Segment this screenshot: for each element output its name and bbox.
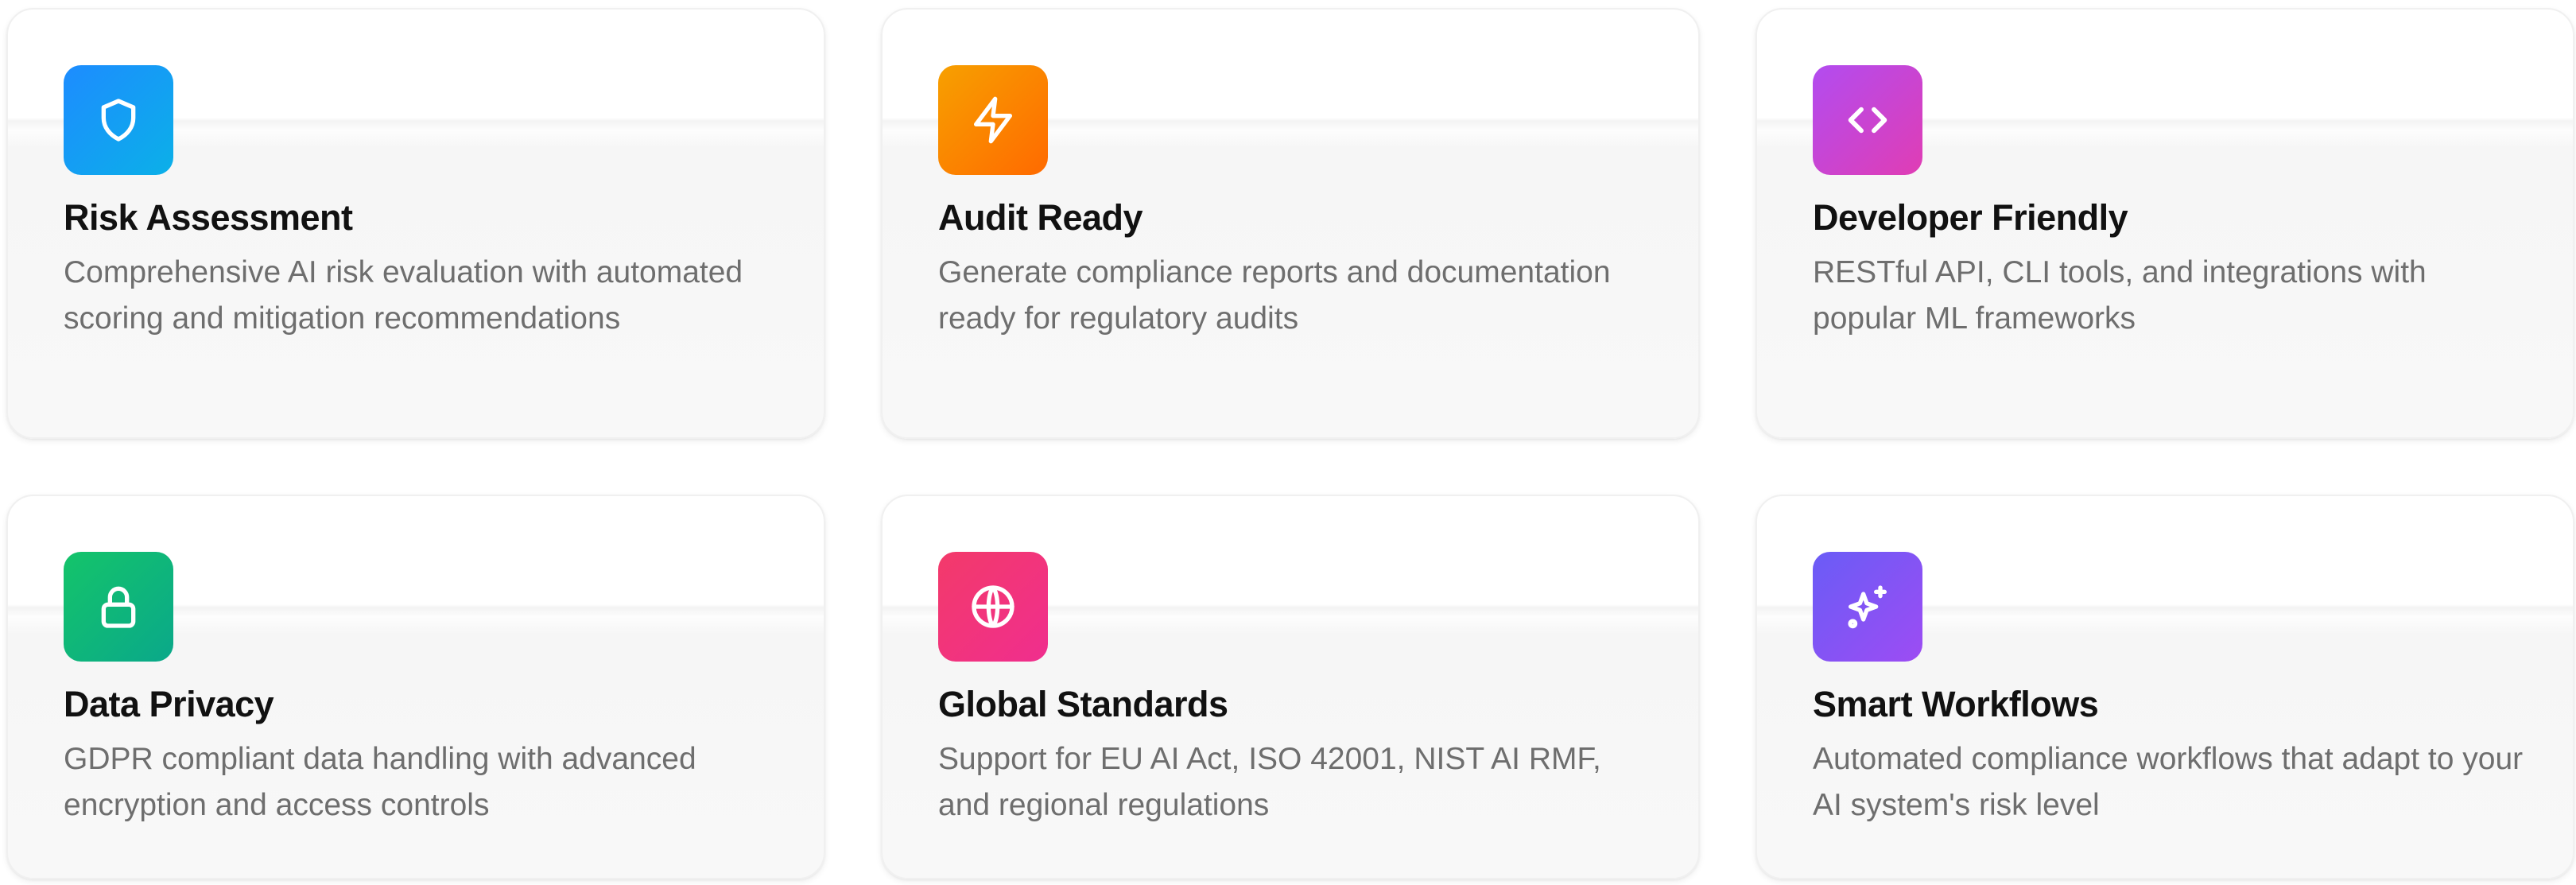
- icon-tile: [1813, 552, 1922, 662]
- icon-tile: [938, 552, 1048, 662]
- feature-title: Smart Workflows: [1813, 684, 2099, 724]
- lock-icon: [101, 586, 136, 628]
- feature-title: Risk Assessment: [64, 197, 353, 238]
- icon-tile: [64, 65, 173, 175]
- feature-grid: Risk Assessment Comprehensive AI risk ev…: [0, 0, 2576, 885]
- feature-card-developer-friendly: Developer Friendly RESTful API, CLI tool…: [1755, 8, 2574, 439]
- feature-title: Global Standards: [938, 684, 1228, 724]
- globe-icon: [972, 585, 1014, 628]
- feature-title: Audit Ready: [938, 197, 1143, 238]
- feature-card-audit-ready: Audit Ready Generate compliance reports …: [881, 8, 1700, 439]
- feature-description: RESTful API, CLI tools, and integrations…: [1813, 255, 2427, 336]
- feature-description: Generate compliance reports and document…: [938, 255, 1611, 336]
- feature-card-smart-workflows: Smart Workflows Automated compliance wor…: [1755, 495, 2574, 879]
- feature-card-risk-assessment: Risk Assessment Comprehensive AI risk ev…: [6, 8, 825, 439]
- feature-card-global-standards: Global Standards Support for EU AI Act, …: [881, 495, 1700, 879]
- icon-tile: [938, 65, 1048, 175]
- icon-tile: [1813, 65, 1922, 175]
- feature-title: Developer Friendly: [1813, 197, 2128, 238]
- feature-description: GDPR compliant data handling with advanc…: [64, 742, 696, 822]
- sparkles-icon: [1848, 585, 1887, 629]
- feature-description: Automated compliance workflows that adap…: [1813, 742, 2524, 822]
- shield-icon: [101, 99, 136, 142]
- feature-description: Support for EU AI Act, ISO 42001, NIST A…: [938, 742, 1601, 822]
- code-icon: [1848, 107, 1887, 134]
- icon-tile: [64, 552, 173, 662]
- feature-card-data-privacy: Data Privacy GDPR compliant data handlin…: [6, 495, 825, 879]
- lightning-icon: [974, 96, 1012, 144]
- feature-description: Comprehensive AI risk evaluation with au…: [64, 255, 743, 336]
- feature-title: Data Privacy: [64, 684, 274, 724]
